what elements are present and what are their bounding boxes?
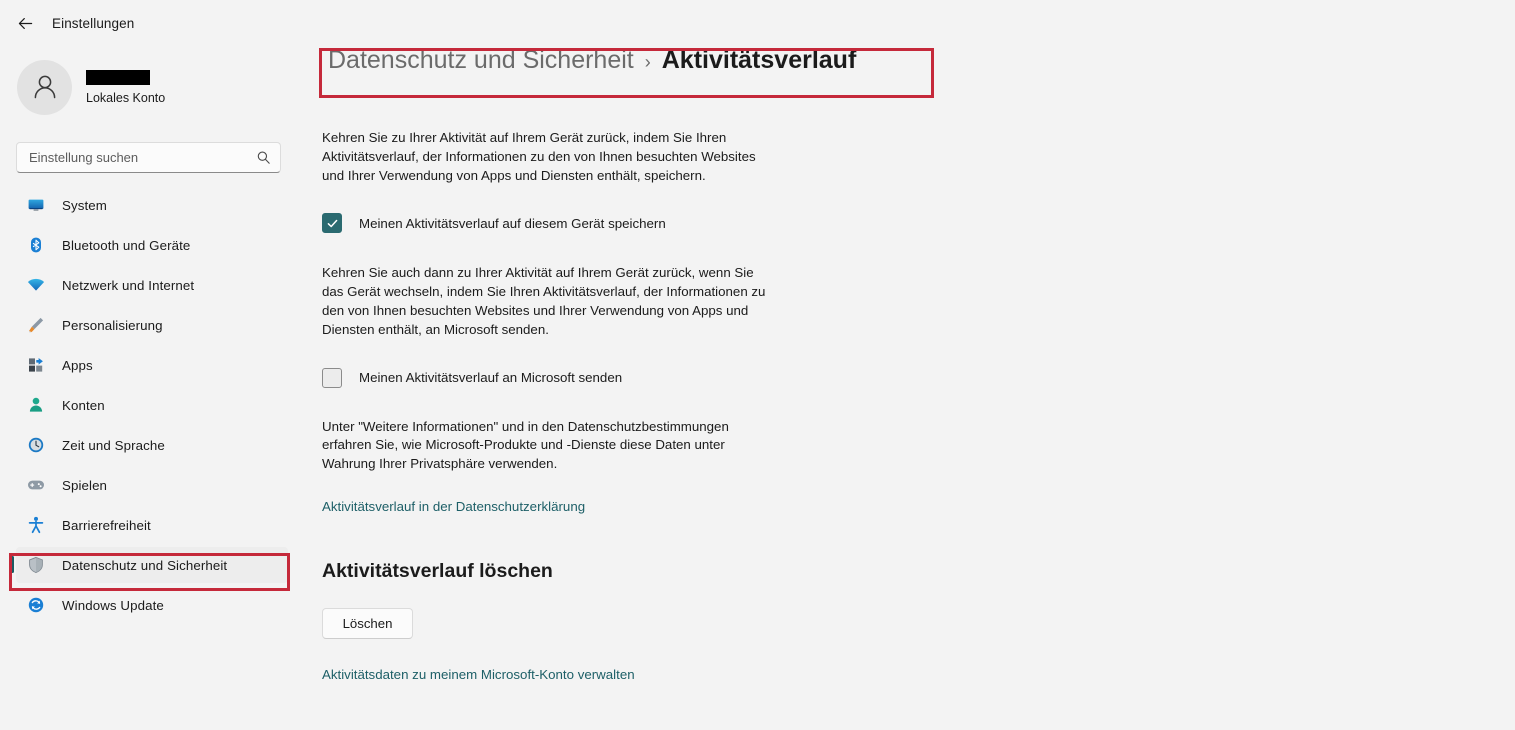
sidebar-item-bluetooth-und-geraete[interactable]: Bluetooth und Geräte [16, 227, 288, 263]
search-box[interactable] [16, 142, 281, 173]
sidebar-item-barrierefreiheit[interactable]: Barrierefreiheit [16, 507, 288, 543]
sidebar-item-spielen[interactable]: Spielen [16, 467, 288, 503]
clock-icon [26, 435, 46, 455]
sidebar-item-label: Bluetooth und Geräte [62, 237, 191, 253]
bluetooth-icon [26, 235, 46, 255]
account-block[interactable]: Lokales Konto [17, 52, 304, 122]
update-icon [26, 595, 46, 615]
navigation-list: System Bluetooth und Geräte Netzwerk und… [0, 187, 304, 623]
clear-history-button[interactable]: Löschen [322, 607, 413, 639]
wifi-icon [26, 275, 46, 295]
sidebar: Lokales Konto System [0, 46, 304, 730]
checkbox-label-save-on-device: Meinen Aktivitätsverlauf auf diesem Gerä… [359, 215, 666, 231]
account-name-redacted [86, 69, 150, 85]
paintbrush-icon [26, 315, 46, 335]
search-icon[interactable] [250, 150, 276, 165]
checkbox-row-save-on-device[interactable]: Meinen Aktivitätsverlauf auf diesem Gerä… [322, 213, 1512, 234]
checkbox-row-send-to-microsoft[interactable]: Meinen Aktivitätsverlauf an Microsoft se… [322, 367, 1512, 388]
sidebar-item-personalisierung[interactable]: Personalisierung [16, 307, 288, 343]
sidebar-item-label: Personalisierung [62, 317, 163, 333]
main-content: Datenschutz und Sicherheit › Aktivitätsv… [322, 46, 1512, 684]
description-tertiary: Unter "Weitere Informationen" und in den… [322, 418, 729, 472]
breadcrumb-separator-icon: › [644, 52, 651, 72]
breadcrumb-parent-link[interactable]: Datenschutz und Sicherheit [328, 46, 634, 75]
back-button[interactable] [8, 6, 42, 40]
account-type-label: Lokales Konto [86, 90, 166, 105]
sidebar-item-label: Netzwerk und Internet [62, 277, 195, 293]
sidebar-item-label: Spielen [62, 477, 108, 493]
sidebar-item-label: System [62, 197, 107, 213]
description-secondary: Kehren Sie auch dann zu Ihrer Aktivität … [322, 265, 766, 337]
person-icon [26, 395, 46, 415]
shield-icon [26, 555, 46, 575]
clear-history-section-title: Aktivitätsverlauf löschen [322, 559, 553, 582]
titlebar: Einstellungen [0, 0, 1515, 46]
description-primary: Kehren Sie zu Ihrer Aktivität auf Ihrem … [322, 130, 756, 183]
manage-activity-data-link[interactable]: Aktivitätsdaten zu meinem Microsoft-Kont… [322, 667, 635, 682]
sidebar-item-datenschutz-und-sicherheit[interactable]: Datenschutz und Sicherheit [11, 547, 288, 583]
breadcrumb: Datenschutz und Sicherheit › Aktivitätsv… [322, 46, 1512, 98]
sidebar-item-windows-update[interactable]: Windows Update [16, 587, 288, 623]
sidebar-item-netzwerk-und-internet[interactable]: Netzwerk und Internet [16, 267, 288, 303]
sidebar-item-label: Konten [62, 397, 105, 413]
gamepad-icon [26, 475, 46, 495]
avatar [17, 59, 72, 115]
sidebar-item-label: Apps [62, 357, 93, 373]
sidebar-item-label: Zeit und Sprache [62, 437, 165, 453]
privacy-statement-link[interactable]: Aktivitätsverlauf in der Datenschutzerkl… [322, 499, 585, 514]
checkbox-send-to-microsoft[interactable] [322, 367, 342, 388]
sidebar-item-label: Barrierefreiheit [62, 517, 151, 533]
search-input[interactable] [17, 150, 250, 165]
sidebar-item-label: Windows Update [62, 597, 164, 613]
sidebar-item-system[interactable]: System [16, 187, 288, 223]
sidebar-item-zeit-und-sprache[interactable]: Zeit und Sprache [16, 427, 288, 463]
accessibility-icon [26, 515, 46, 535]
checkbox-save-on-device[interactable] [322, 213, 342, 234]
page-title: Aktivitätsverlauf [661, 46, 857, 74]
checkbox-label-send-to-microsoft: Meinen Aktivitätsverlauf an Microsoft se… [359, 370, 623, 386]
monitor-icon [26, 195, 46, 215]
apps-icon [26, 355, 46, 375]
app-title: Einstellungen [52, 15, 135, 31]
sidebar-item-label: Datenschutz und Sicherheit [62, 557, 228, 573]
sidebar-item-apps[interactable]: Apps [16, 347, 288, 383]
sidebar-item-konten[interactable]: Konten [16, 387, 288, 423]
